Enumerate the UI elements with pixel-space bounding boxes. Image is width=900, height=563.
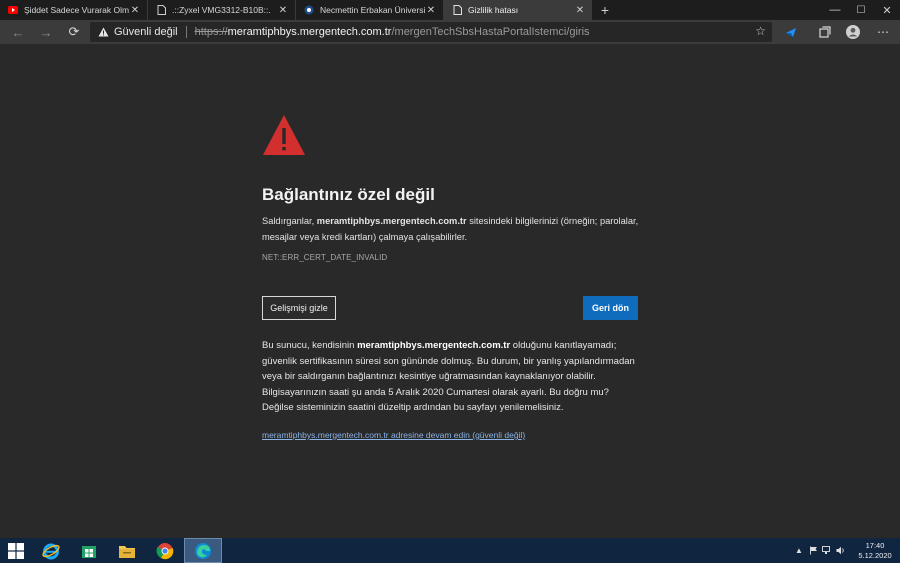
page-title: Bağlantınız özel değil bbox=[262, 185, 435, 204]
divider bbox=[185, 26, 187, 38]
chrome-icon[interactable] bbox=[146, 538, 184, 563]
tab-university[interactable]: Necmettin Erbakan Üniversitesi H ✕ bbox=[296, 0, 444, 20]
close-icon[interactable]: ✕ bbox=[425, 5, 437, 16]
university-icon bbox=[304, 5, 314, 15]
advanced-details: Bu sunucu, kendisinin meramtiphbys.merge… bbox=[262, 338, 642, 416]
tab-strip: Şiddet Sadece Vurarak Olmaz! | Y ✕ .::Zy… bbox=[0, 0, 900, 20]
store-icon[interactable] bbox=[70, 538, 108, 563]
address-bar[interactable]: Güvenli değil https:// meramtiphbys.merg… bbox=[90, 22, 772, 42]
back-arrow-icon[interactable]: ← bbox=[4, 20, 32, 44]
clock[interactable]: 17:40 5.12.2020 bbox=[854, 541, 896, 561]
url-scheme: https:// bbox=[194, 26, 228, 38]
hide-advanced-button[interactable]: Gelişmişi gizle bbox=[262, 296, 336, 320]
details-host: meramtiphbys.mergentech.com.tr bbox=[357, 340, 511, 351]
more-menu-icon[interactable]: ⋯ bbox=[870, 20, 896, 44]
url-host: meramtiphbys.mergentech.com.tr bbox=[227, 26, 392, 38]
close-icon[interactable]: ✕ bbox=[129, 5, 141, 16]
error-page: Bağlantınız özel değil Saldırganlar, mer… bbox=[0, 44, 900, 538]
desc-host: meramtiphbys.mergentech.com.tr bbox=[316, 216, 467, 226]
volume-icon[interactable] bbox=[834, 538, 848, 563]
go-back-button[interactable]: Geri dön bbox=[583, 296, 638, 320]
tab-zyxel[interactable]: .::Zyxel VMG3312-B10B::. ✕ bbox=[148, 0, 296, 20]
taskbar bbox=[0, 538, 900, 563]
tab-youtube[interactable]: Şiddet Sadece Vurarak Olmaz! | Y ✕ bbox=[0, 0, 148, 20]
chevron-up-icon[interactable]: ▲ bbox=[792, 538, 806, 563]
details-text: Bu sunucu, kendisinin bbox=[262, 340, 358, 351]
url-path: /mergenTechSbsHastaPortalIstemci/giris bbox=[391, 26, 590, 38]
new-tab-button[interactable]: + bbox=[592, 0, 618, 20]
tab-title: Şiddet Sadece Vurarak Olmaz! | Y bbox=[24, 5, 129, 15]
desc-text: Saldırganlar, bbox=[262, 216, 317, 226]
tab-title: Necmettin Erbakan Üniversitesi H bbox=[320, 5, 425, 15]
proceed-unsafe-link[interactable]: meramtiphbys.mergentech.com.tr adresine … bbox=[262, 430, 525, 440]
internet-explorer-icon[interactable] bbox=[32, 538, 70, 563]
forward-arrow-icon[interactable]: → bbox=[32, 20, 60, 44]
clock-time: 17:40 bbox=[865, 540, 885, 550]
star-icon[interactable]: ☆ bbox=[755, 24, 766, 38]
error-code: NET::ERR_CERT_DATE_INVALID bbox=[262, 253, 388, 262]
clock-date: 5.12.2020 bbox=[858, 550, 892, 560]
security-status-label[interactable]: Güvenli değil bbox=[114, 26, 178, 38]
collections-icon[interactable] bbox=[812, 20, 838, 44]
network-icon[interactable] bbox=[820, 538, 834, 563]
file-explorer-icon[interactable] bbox=[108, 538, 146, 563]
youtube-icon bbox=[8, 5, 18, 15]
close-icon[interactable]: ✕ bbox=[277, 5, 289, 16]
windows-start-icon[interactable] bbox=[0, 538, 32, 563]
refresh-icon[interactable]: ⟳ bbox=[60, 20, 88, 44]
error-description: Saldırganlar, meramtiphbys.mergentech.co… bbox=[262, 213, 657, 245]
maximize-icon[interactable]: ☐ bbox=[848, 0, 874, 20]
profile-avatar-icon[interactable] bbox=[840, 20, 866, 44]
tab-privacy-error[interactable]: Gizlilik hatası ✕ bbox=[444, 0, 592, 20]
close-icon[interactable]: ✕ bbox=[574, 5, 586, 16]
system-tray: ▲ 17:40 5.12.2020 bbox=[792, 538, 900, 563]
extension-icon[interactable] bbox=[778, 20, 804, 44]
warning-triangle-icon[interactable] bbox=[98, 27, 109, 37]
close-window-icon[interactable]: ✕ bbox=[874, 0, 900, 20]
page-icon bbox=[452, 5, 462, 15]
page-icon bbox=[156, 5, 166, 15]
minimize-icon[interactable]: — bbox=[822, 0, 848, 20]
tab-title: Gizlilik hatası bbox=[468, 5, 519, 15]
warning-icon bbox=[263, 115, 305, 155]
tab-title: .::Zyxel VMG3312-B10B::. bbox=[172, 5, 271, 15]
edge-icon[interactable] bbox=[184, 538, 222, 563]
flag-icon[interactable] bbox=[806, 538, 820, 563]
